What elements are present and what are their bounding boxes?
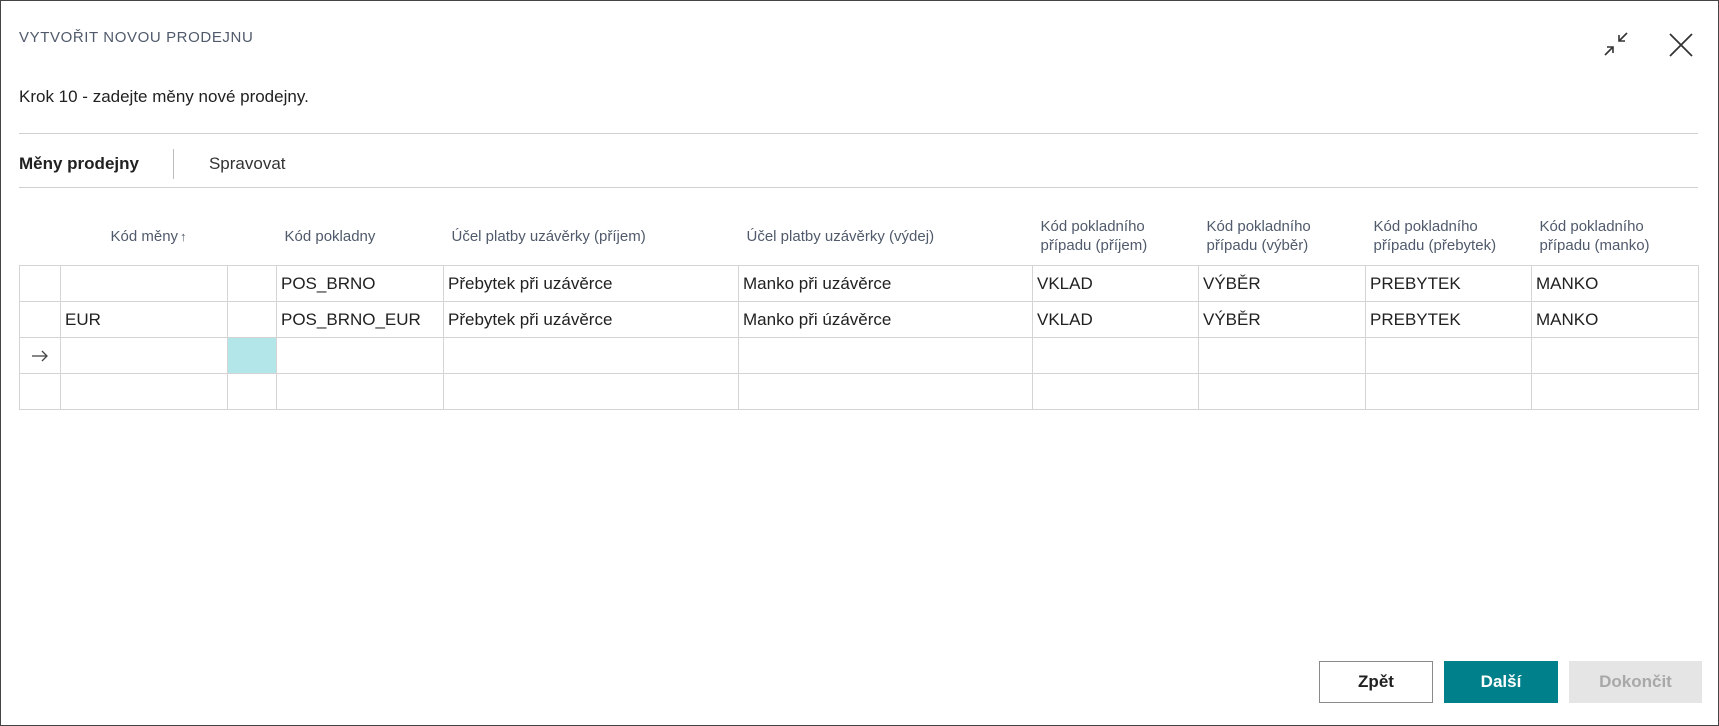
column-header-closing-purpose-expense[interactable]: Účel platby uzávěrky (výdej) [739, 207, 1033, 266]
column-header-cash-case-income[interactable]: Kód pokladního případu (příjem) [1033, 207, 1199, 266]
cell-currency-code[interactable]: EUR [60, 301, 228, 338]
cell-cash-case-income[interactable] [1032, 373, 1199, 410]
cell-currency-code[interactable] [60, 373, 228, 410]
create-store-dialog: VYTVOŘIT NOVOU PRODEJNU Krok 10 - zadejt… [0, 0, 1719, 726]
next-button[interactable]: Další [1444, 661, 1558, 703]
cell-cash-case-shortage[interactable]: MANKO [1531, 265, 1699, 302]
tab-manage[interactable]: Spravovat [209, 154, 286, 174]
cell-blank[interactable] [227, 265, 277, 302]
row-selector[interactable] [19, 265, 61, 302]
column-header-cash-case-shortage[interactable]: Kód pokladního případu (manko) [1532, 207, 1699, 266]
cell-cash-case-withdrawal[interactable] [1198, 373, 1366, 410]
row-selector[interactable] [19, 337, 61, 374]
cell-closing-purpose-income[interactable]: Přebytek při uzávěrce [443, 265, 739, 302]
tab-store-currencies[interactable]: Měny prodejny [19, 154, 139, 174]
cell-cash-case-withdrawal[interactable] [1198, 337, 1366, 374]
sort-ascending-icon: ↑ [180, 228, 187, 244]
cell-cash-case-shortage[interactable] [1531, 373, 1699, 410]
dialog-title: VYTVOŘIT NOVOU PRODEJNU [19, 29, 254, 46]
column-header-cash-case-withdrawal[interactable]: Kód pokladního případu (výběr) [1199, 207, 1366, 266]
cell-closing-purpose-income[interactable] [443, 337, 739, 374]
cell-cash-case-withdrawal[interactable]: VÝBĚR [1198, 265, 1366, 302]
collapse-icon [1604, 32, 1628, 56]
column-header-selector [20, 207, 61, 266]
tab-bar: Měny prodejny Spravovat [19, 149, 286, 179]
cell-closing-purpose-expense[interactable] [738, 337, 1033, 374]
arrow-right-icon [32, 350, 48, 361]
cell-cash-case-withdrawal[interactable]: VÝBĚR [1198, 301, 1366, 338]
cell-closing-purpose-expense[interactable]: Manko při úzávěrce [738, 301, 1033, 338]
cell-cash-case-surplus[interactable]: PREBYTEK [1365, 301, 1532, 338]
cell-currency-code[interactable] [60, 265, 228, 302]
cell-pos-code[interactable]: POS_BRNO [276, 265, 444, 302]
column-header-blank [228, 207, 277, 266]
currencies-table: Kód měny ↑ Kód pokladny Účel platby uzávě… [19, 207, 1699, 410]
cell-cash-case-surplus[interactable] [1365, 373, 1532, 410]
cell-pos-code[interactable] [276, 373, 444, 410]
cell-closing-purpose-income[interactable] [443, 373, 739, 410]
column-header-cash-case-surplus[interactable]: Kód pokladního případu (přebytek) [1366, 207, 1532, 266]
row-selector[interactable] [19, 373, 61, 410]
table-row[interactable] [19, 373, 1699, 410]
finish-button[interactable]: Dokončit [1569, 661, 1702, 703]
step-instruction: Krok 10 - zadejte měny nové prodejny. [19, 87, 309, 106]
tab-separator [172, 149, 174, 179]
table-row-new[interactable] [19, 337, 1699, 374]
column-header-closing-purpose-income[interactable]: Účel platby uzávěrky (příjem) [444, 207, 739, 266]
cell-closing-purpose-expense[interactable] [738, 373, 1033, 410]
column-header-pos-code[interactable]: Kód pokladny [277, 207, 444, 266]
back-button[interactable]: Zpět [1319, 661, 1433, 703]
table-row[interactable]: EUR POS_BRNO_EUR Přebytek při uzávěrce M… [19, 301, 1699, 338]
cell-cash-case-surplus[interactable]: PREBYTEK [1365, 265, 1532, 302]
divider [19, 133, 1698, 134]
cell-pos-code[interactable] [276, 337, 444, 374]
cell-cash-case-income[interactable] [1032, 337, 1199, 374]
cell-pos-code[interactable]: POS_BRNO_EUR [276, 301, 444, 338]
cell-closing-purpose-expense[interactable]: Manko při uzávěrce [738, 265, 1033, 302]
cell-closing-purpose-income[interactable]: Přebytek při uzávěrce [443, 301, 739, 338]
collapse-button[interactable] [1601, 29, 1633, 61]
table-header-row: Kód měny ↑ Kód pokladny Účel platby uzávě… [20, 207, 1699, 266]
divider [19, 187, 1698, 188]
cell-currency-code[interactable] [60, 337, 228, 374]
cell-cash-case-shortage[interactable] [1531, 337, 1699, 374]
close-button[interactable] [1665, 29, 1697, 61]
row-selector[interactable] [19, 301, 61, 338]
cell-blank-selected[interactable] [227, 337, 277, 374]
table-row[interactable]: POS_BRNO Přebytek při uzávěrce Manko při… [19, 265, 1699, 302]
cell-cash-case-income[interactable]: VKLAD [1032, 265, 1199, 302]
cell-cash-case-income[interactable]: VKLAD [1032, 301, 1199, 338]
cell-cash-case-surplus[interactable] [1365, 337, 1532, 374]
cell-cash-case-shortage[interactable]: MANKO [1531, 301, 1699, 338]
cell-blank[interactable] [227, 301, 277, 338]
close-icon [1669, 33, 1693, 57]
cell-blank[interactable] [227, 373, 277, 410]
column-header-currency-code[interactable]: Kód měny ↑ [61, 207, 228, 266]
